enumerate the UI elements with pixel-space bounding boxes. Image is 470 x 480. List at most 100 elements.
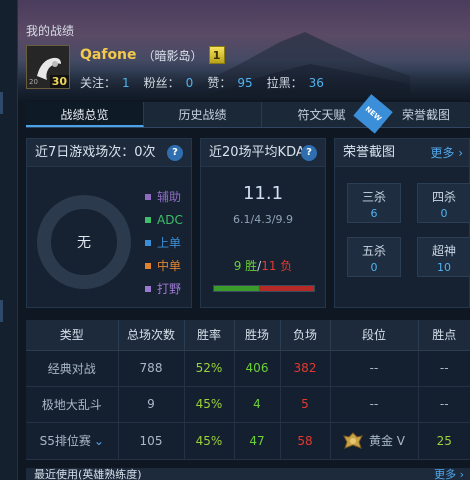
cell-losses: 5 (280, 386, 331, 423)
page-title: 我的战绩 (26, 24, 75, 38)
cell-tier: -- (330, 386, 419, 423)
tab-overview[interactable]: 战绩总览 (26, 102, 144, 127)
kda-detail: 6.1/4.3/9.9 (233, 213, 293, 226)
avatar[interactable]: 20 30 (26, 45, 70, 89)
legend-item: ADC (145, 208, 183, 231)
honor-panel: 荣誉截图 更多 › 三杀 6 四杀 0 五杀 0 超神 10 (334, 138, 470, 308)
recent-champions-header: 最近使用(英雄熟练度) 更多 › (26, 468, 470, 480)
player-name[interactable]: Qafone (80, 47, 137, 63)
honor-triple-kill[interactable]: 三杀 6 (347, 183, 401, 223)
cell-rate: 52% (184, 350, 235, 387)
help-icon[interactable]: ? (301, 145, 317, 161)
rank-badge-icon: 1 (208, 46, 225, 64)
honor-more-link[interactable]: 更多 › (430, 139, 463, 167)
stat-label: 赞： (207, 76, 232, 90)
stat-label: 粉丝： (143, 76, 180, 90)
role-ring-chart: 无 (37, 195, 131, 289)
cell-rate: 45% (184, 386, 235, 423)
cell-losses: 58 (280, 422, 331, 460)
honor-label: 四杀 (431, 190, 456, 204)
cell-type: 经典对战 (26, 350, 119, 387)
tab-runes-label: 符文天赋 (297, 108, 346, 122)
col-rate: 胜率 (184, 320, 235, 351)
stat-blocked[interactable]: 拉黑： 36 (267, 74, 324, 91)
honor-grid: 三杀 6 四杀 0 五杀 0 超神 10 (347, 183, 470, 277)
cell-total: 105 (118, 422, 185, 460)
tier-display: 黄金 V (331, 423, 418, 459)
more-label: 更多 (430, 146, 455, 160)
cell-points: -- (418, 350, 470, 387)
help-icon[interactable]: ? (167, 145, 183, 161)
win-loss-bar (213, 285, 315, 292)
stat-likes[interactable]: 赞： 95 (207, 74, 252, 91)
honor-count: 0 (440, 207, 448, 220)
sidebar-marker (0, 300, 3, 322)
stat-follow[interactable]: 关注： 1 (80, 74, 130, 91)
stat-label: 拉黑： (266, 76, 303, 90)
honor-label: 三杀 (361, 190, 386, 204)
honor-quadra-kill[interactable]: 四杀 0 (417, 183, 470, 223)
legend-label: 辅助 (157, 190, 182, 204)
kda-panel: 近20场平均KDA ? 11.1 6.1/4.3/9.9 9 胜/11 负 (200, 138, 326, 308)
honor-title-text: 荣誉截图 (343, 145, 396, 160)
col-tier: 段位 (330, 320, 419, 351)
table-row: 经典对战 788 52% 406 382 -- -- (26, 350, 470, 387)
legend-swatch (145, 285, 151, 292)
legend-item: 中单 (145, 254, 183, 277)
chevron-down-icon[interactable]: ⌄ (94, 434, 104, 448)
cell-wins: 406 (234, 350, 281, 387)
cell-points: -- (418, 386, 470, 423)
recent-games-panel: 近7日游戏场次：0次 ? 无 辅助 ADC 上单 中单 打野 (26, 138, 192, 308)
honor-count: 10 (437, 261, 451, 274)
recent-champions-more-link[interactable]: 更多 › (434, 468, 464, 480)
cell-wins: 4 (234, 386, 281, 423)
stat-value: 0 (185, 76, 194, 90)
recent-champions-title: 最近使用(英雄熟练度) (34, 468, 142, 480)
cell-total: 9 (118, 386, 185, 423)
col-wins: 胜场 (234, 320, 281, 351)
cell-total: 788 (118, 350, 185, 387)
legend-item: 辅助 (145, 185, 183, 208)
wins-count: 9 胜 (233, 259, 258, 273)
kda-title-text: 近20场平均KDA (209, 145, 305, 160)
sidebar-marker (0, 92, 3, 114)
recent-games-title: 近7日游戏场次：0次 ? (27, 139, 191, 167)
table-row: S5排位赛 ⌄ 105 45% 47 58 黄金 V 25 (26, 422, 470, 460)
honor-count: 0 (370, 261, 378, 274)
legend-label: 上单 (157, 236, 182, 250)
loss-bar-fill (259, 286, 314, 291)
cell-type: 极地大乱斗 (26, 386, 119, 423)
main-tabs: 战绩总览 历史战绩 符文天赋 NEW 荣誉截图 (26, 94, 470, 134)
honor-title: 荣誉截图 更多 › (335, 139, 469, 167)
stat-fans[interactable]: 粉丝： 0 (144, 74, 194, 91)
honor-legendary[interactable]: 超神 10 (417, 237, 470, 277)
mode-stats-table: 类型 总场次数 胜率 胜场 负场 段位 胜点 经典对战 788 52% 406 … (26, 320, 470, 460)
kda-title: 近20场平均KDA ? (201, 139, 325, 167)
col-type: 类型 (26, 320, 119, 351)
left-sidebar-strip (0, 0, 18, 480)
legend-swatch (145, 193, 151, 200)
tab-history[interactable]: 历史战绩 (144, 102, 262, 127)
player-name-row: Qafone （暗影岛） 1 (80, 46, 225, 64)
win-bar-fill (214, 286, 259, 291)
cell-rate: 45% (184, 422, 235, 460)
honor-count: 6 (370, 207, 378, 220)
col-losses: 负场 (280, 320, 331, 351)
avatar-mini-level: 20 (29, 78, 38, 86)
losses-count: 11 负 (261, 259, 293, 273)
honor-penta-kill[interactable]: 五杀 0 (347, 237, 401, 277)
cell-points: 25 (418, 422, 470, 460)
stat-value: 36 (308, 76, 324, 90)
table-header-row: 类型 总场次数 胜率 胜场 负场 段位 胜点 (26, 320, 470, 351)
summoner-level: 30 (49, 75, 69, 88)
more-label: 更多 (434, 468, 457, 480)
cell-type-label: S5排位赛 (39, 434, 91, 448)
tab-honor-screenshots[interactable]: 荣誉截图 (382, 102, 470, 127)
win-loss-text: 9 胜/11 负 (201, 257, 325, 274)
legend-label: ADC (157, 212, 183, 227)
legend-label: 打野 (157, 282, 182, 296)
legend-swatch (145, 262, 151, 269)
cell-type-dropdown[interactable]: S5排位赛 ⌄ (26, 422, 119, 460)
legend-item: 上单 (145, 231, 183, 254)
tab-runes[interactable]: 符文天赋 NEW (262, 94, 393, 134)
